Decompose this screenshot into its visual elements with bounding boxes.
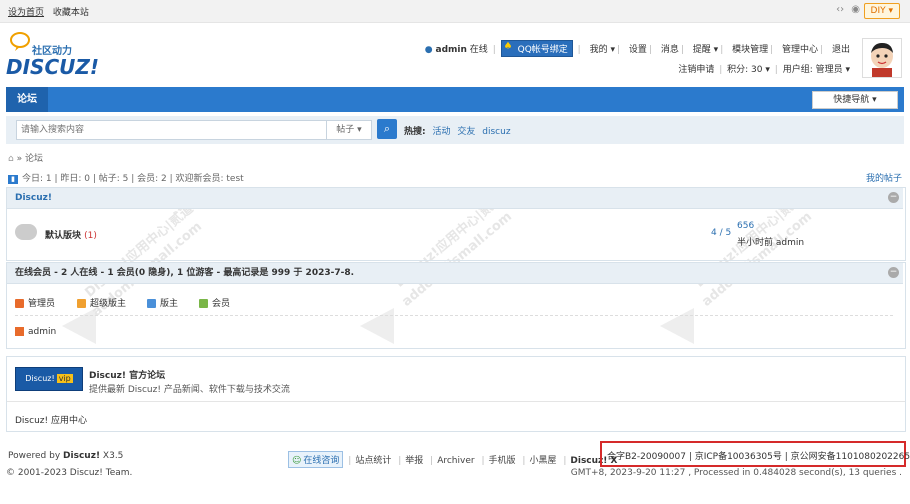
hot-keyword[interactable]: 活动 (432, 127, 450, 137)
menu-notices[interactable]: 提醒 ▾ (693, 42, 718, 55)
mod-group-icon (147, 299, 156, 308)
footer-link-stats[interactable]: 站点统计 (355, 456, 391, 466)
collapse-icon[interactable]: − (888, 267, 899, 278)
usergroup-menu[interactable]: 用户组: 管理员 ▾ (783, 65, 850, 75)
divider (7, 401, 905, 402)
online-user[interactable]: admin (15, 327, 56, 337)
stats-icon: ▮ (8, 175, 18, 184)
forum-stats: ▮ 今日: 1 | 昨日: 0 | 帖子: 5 | 会员: 2 | 欢迎新会员: … (8, 171, 244, 184)
collapse-icon[interactable]: − (888, 192, 899, 203)
qq-bind-button[interactable]: ♠ QQ帐号绑定 (500, 40, 573, 57)
logo-image: 社区动力 DISCUZ! (6, 32, 99, 79)
icp-text[interactable]: 合字B2-20090007 | 京ICP备10036305号 | 京公网安备11… (607, 449, 910, 462)
online-status: 在线 (469, 45, 488, 55)
menu-messages[interactable]: 消息 (661, 42, 679, 55)
logout-apply-link[interactable]: 注销申请 (678, 65, 714, 75)
footer-link-report[interactable]: 举报 (405, 456, 423, 466)
menu-logout[interactable]: 退出 (832, 42, 850, 55)
user-icon: ● (424, 45, 433, 55)
online-consult-button[interactable]: ☺ 在线咨询 (288, 451, 344, 468)
user-bar-2: 注销申请 | 积分: 30 ▾ | 用户组: 管理员 ▾ (678, 65, 850, 75)
search-type-select[interactable]: 帖子 ▾ (326, 120, 372, 140)
home-icon[interactable]: ⌂ (8, 154, 14, 164)
discuz-vip-logo[interactable]: Discuz! vip (15, 367, 83, 391)
forum-new-count: (1) (84, 231, 97, 241)
breadcrumb-current[interactable]: 论坛 (25, 154, 43, 164)
main-nav: 论坛 快捷导航 ▾ (6, 87, 904, 112)
avatar-image (863, 39, 901, 77)
icp-highlight-box: 合字B2-20090007 | 京ICP备10036305号 | 京公网安备11… (600, 441, 910, 467)
bookmark-link[interactable]: 收藏本站 (53, 8, 89, 18)
app-center-link[interactable]: Discuz! 应用中心 (15, 413, 87, 426)
online-section: 在线会员 - 2 人在线 - 1 会员(0 隐身), 1 位游客 - 最高记录是… (6, 262, 906, 349)
member-group-icon (199, 299, 208, 308)
my-posts-link[interactable]: 我的帖子 (866, 171, 902, 184)
search-button[interactable]: ⌕ (377, 119, 397, 139)
legend-mod: 版主 (147, 296, 178, 309)
link-description: 提供最新 Discuz! 产品新闻、软件下载与技术交流 (89, 385, 290, 395)
time-info: GMT+8, 2023-9-20 11:27 , Processed in 0.… (570, 468, 902, 478)
username-link[interactable]: admin (436, 45, 467, 55)
powered-by: Powered by Discuz! X3.5 (8, 451, 124, 461)
legend-member: 会员 (199, 296, 230, 309)
last-post-meta: 半小时前 admin (737, 238, 805, 248)
forum-icon (15, 224, 37, 240)
breadcrumb: ⌂ » 论坛 (8, 151, 43, 164)
hot-keyword[interactable]: discuz (482, 127, 510, 137)
forum-name-link[interactable]: 默认版块 (1) (45, 228, 97, 241)
menu-module-manage[interactable]: 模块管理 (732, 42, 768, 55)
user-admin-icon (15, 327, 24, 336)
hot-search-label: 热搜: (404, 127, 426, 137)
breadcrumb-separator: » (16, 154, 23, 164)
footer-links: ☺ 在线咨询 | 站点统计 | 举报 | Archiver | 手机版 | 小黑屋 | Dis… (288, 451, 619, 468)
admin-group-icon (15, 299, 24, 308)
hot-keyword[interactable]: 交友 (457, 127, 475, 137)
menu-admin-center[interactable]: 管理中心 (782, 42, 818, 55)
qq-icon: ♠ (503, 41, 513, 52)
menu-my[interactable]: 我的 ▾ (590, 42, 615, 55)
footer-link-archiver[interactable]: Archiver (437, 456, 474, 466)
discuz-link[interactable]: Discuz! (63, 451, 100, 461)
copyright: © 2001-2023 Discuz! Team. (6, 468, 133, 478)
legend-admin: 管理员 (15, 296, 55, 309)
globe-icon[interactable]: ◉ (851, 4, 860, 15)
top-bar: 设为首页 收藏本站 ‹› ◉ DIY ▾ (0, 0, 910, 23)
friend-links-section: Discuz! vip Discuz! 官方论坛 提供最新 Discuz! 产品新… (6, 356, 906, 432)
hot-search: 热搜: 活动 交友 discuz (404, 124, 511, 137)
footer-link-mobile[interactable]: 手机版 (489, 456, 516, 466)
link-title[interactable]: Discuz! 官方论坛 (89, 368, 165, 381)
nav-forum-tab[interactable]: 论坛 (6, 87, 48, 112)
logo-main: DISCUZ! (6, 55, 99, 79)
search-bar: 帖子 ▾ ⌕ 热搜: 活动 交友 discuz (6, 116, 904, 144)
legend-super-mod: 超级版主 (77, 296, 126, 309)
quick-nav-button[interactable]: 快捷导航 ▾ (812, 91, 898, 109)
search-input[interactable] (16, 120, 332, 140)
footer-link-blackroom[interactable]: 小黑屋 (529, 456, 556, 466)
divider (15, 315, 893, 316)
site-logo[interactable]: 社区动力 DISCUZ! (6, 30, 106, 80)
menu-settings[interactable]: 设置 (629, 42, 647, 55)
category-title[interactable]: Discuz! (7, 188, 903, 209)
online-title[interactable]: 在线会员 - 2 人在线 - 1 会员(0 隐身), 1 位游客 - 最高记录是… (7, 263, 903, 284)
topbar-icons: ‹› ◉ (836, 4, 860, 15)
forum-thread-post-ratio: 4 / 5 (711, 228, 732, 238)
diy-button[interactable]: DIY ▾ (863, 3, 900, 19)
set-home-link[interactable]: 设为首页 (8, 8, 44, 18)
category-section: Discuz! − 默认版块 (1) 4 / 5 656 半小时前 admin (6, 187, 906, 261)
chat-icon: ☺ (292, 456, 302, 466)
user-bar: ● admin 在线 | ♠ QQ帐号绑定 | 我的 ▾ | 设置 | 消息 | 提醒 … (424, 40, 850, 57)
last-post-link[interactable]: 656 (737, 221, 754, 231)
credits-menu[interactable]: 积分: 30 ▾ (727, 65, 770, 75)
arrows-icon[interactable]: ‹› (836, 4, 844, 15)
avatar[interactable] (862, 38, 902, 78)
super-mod-group-icon (77, 299, 86, 308)
search-icon: ⌕ (383, 122, 391, 135)
